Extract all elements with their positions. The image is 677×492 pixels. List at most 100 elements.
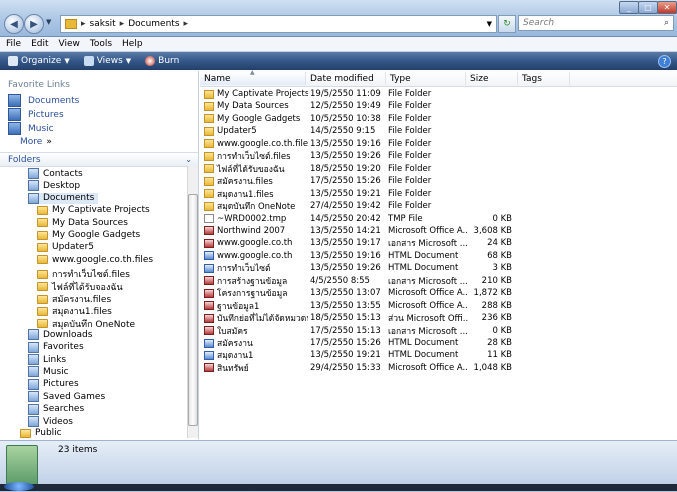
- file-row[interactable]: Northwind 2007 13/5/2550 14:21 Microsoft O…: [200, 225, 540, 237]
- file-row[interactable]: Updater5 14/5/2550 9:15 File Folder: [200, 125, 540, 137]
- tree-item[interactable]: My Google Gadgets: [37, 230, 140, 240]
- close-button[interactable]: ✕: [657, 1, 677, 14]
- burn-button[interactable]: Burn: [145, 56, 179, 66]
- favorite-link-music[interactable]: Music: [8, 122, 54, 135]
- file-row[interactable]: สินทรัพย์ 29/4/2550 15:33 Microsoft Office…: [200, 362, 540, 374]
- file-row[interactable]: My Captivate Projects 19/5/2550 11:09 File…: [200, 88, 540, 100]
- tree-item[interactable]: Updater5: [37, 242, 94, 252]
- minimize-button[interactable]: _: [619, 1, 639, 14]
- file-row[interactable]: สมัครงาน.files 17/5/2550 15:26 File Folder: [200, 175, 540, 187]
- html-icon: [204, 338, 214, 348]
- file-date: 14/5/2550 20:42: [310, 213, 381, 224]
- menu-file[interactable]: File: [6, 39, 21, 49]
- file-row[interactable]: www.google.co.th 13/5/2550 19:16 HTML Docu…: [200, 250, 540, 262]
- organize-button[interactable]: Organize ▼: [8, 56, 70, 66]
- tree-item[interactable]: Documents: [28, 192, 99, 204]
- file-row[interactable]: ใบสมัคร 17/5/2550 15:13 เอกสาร Microsoft .…: [200, 325, 540, 337]
- file-row[interactable]: My Google Gadgets 10/5/2550 10:38 File Fol…: [200, 113, 540, 125]
- system-folder-icon: [28, 341, 39, 353]
- breadcrumb-saksit[interactable]: saksit: [90, 19, 116, 29]
- address-bar[interactable]: ▸ saksit ▸ Documents ▸ ▼: [60, 15, 497, 33]
- back-button[interactable]: ◀: [4, 14, 24, 34]
- menu-view[interactable]: View: [59, 39, 80, 49]
- menu-bar: File Edit View Tools Help: [0, 37, 677, 52]
- file-row[interactable]: การทำเว็บไซต์.files 13/5/2550 19:26 File F…: [200, 150, 540, 162]
- help-icon[interactable]: ?: [658, 54, 671, 68]
- file-date: 17/5/2550 15:13: [310, 325, 381, 336]
- file-row[interactable]: www.google.co.th.files 13/5/2550 19:16 Fil…: [200, 138, 540, 150]
- forward-button[interactable]: ▶: [24, 14, 44, 34]
- views-label: Views: [96, 56, 123, 66]
- menu-edit[interactable]: Edit: [31, 39, 48, 49]
- tree-item[interactable]: Contacts: [28, 168, 83, 179]
- system-folder-icon: [28, 192, 39, 204]
- file-row[interactable]: ฐานข้อมูล1 13/5/2550 13:55 Microsoft Offic…: [200, 300, 540, 312]
- file-type: File Folder: [388, 163, 432, 174]
- tree-item[interactable]: Searches: [28, 403, 84, 415]
- views-button[interactable]: Views ▼: [83, 56, 131, 66]
- refresh-button[interactable]: ↻: [498, 15, 516, 33]
- tree-scrollbar-thumb[interactable]: [188, 194, 198, 426]
- file-name-cell: www.google.co.th: [204, 251, 308, 261]
- folders-header[interactable]: Folders ⌄: [0, 152, 198, 167]
- tree-item[interactable]: Public: [20, 428, 62, 438]
- menu-help[interactable]: Help: [122, 39, 143, 49]
- tree-item[interactable]: Links: [28, 354, 66, 365]
- file-row[interactable]: ไฟล์ที่ได้รับของฉัน 18/5/2550 19:20 File F…: [200, 163, 540, 175]
- maximize-button[interactable]: □: [638, 1, 658, 14]
- file-date: 18/5/2550 19:20: [310, 163, 381, 174]
- file-row[interactable]: บันทึกย่อที่ไม่ได้จัดหมวดหมู่ 18/5/2550 1…: [200, 312, 540, 324]
- search-input[interactable]: Search ⌕: [518, 15, 674, 31]
- file-date: 13/5/2550 19:16: [310, 138, 381, 149]
- column-header-bar: Name Date modified Type Size Tags ▲: [200, 69, 677, 87]
- favorite-link-documents[interactable]: Documents: [8, 94, 79, 107]
- column-date-modified[interactable]: Date modified: [306, 72, 386, 85]
- breadcrumb-separator-icon: ▸: [119, 19, 125, 29]
- file-name: Northwind 2007: [217, 225, 286, 236]
- start-button[interactable]: [4, 482, 34, 491]
- more-links-button[interactable]: More»: [20, 137, 52, 147]
- file-name: สมุดบันทึก OneNote: [217, 202, 296, 213]
- system-folder-icon: [28, 180, 39, 192]
- breadcrumb-separator-icon: ▸: [183, 19, 189, 29]
- file-row[interactable]: การทำเว็บไซต์ 13/5/2550 19:26 HTML Documen…: [200, 262, 540, 274]
- column-tags[interactable]: Tags: [518, 72, 570, 85]
- search-icon[interactable]: ⌕: [664, 18, 669, 28]
- file-row[interactable]: www.google.co.th 13/5/2550 19:17 เอกสาร Mi…: [200, 237, 540, 249]
- file-row[interactable]: การสร้างฐานข้อมูล 4/5/2550 8:55 เอกสาร Mic…: [200, 275, 540, 287]
- recent-pages-dropdown-icon[interactable]: ▼: [46, 18, 51, 26]
- tree-item[interactable]: Pictures: [28, 378, 79, 390]
- file-size: 1,872 KB: [473, 288, 512, 299]
- menu-tools[interactable]: Tools: [90, 39, 112, 49]
- column-label: Date modified: [310, 73, 374, 84]
- file-row[interactable]: สมุดบันทึก OneNote 27/4/2550 19:42 File Fo…: [200, 200, 540, 212]
- file-row[interactable]: สมุดงาน1.files 13/5/2550 19:21 File Folder: [200, 188, 540, 200]
- file-row[interactable]: สมุดงาน1 13/5/2550 19:21 HTML Document 11 K…: [200, 349, 540, 361]
- file-size: 210 KB: [481, 275, 512, 286]
- column-type[interactable]: Type: [386, 72, 466, 85]
- file-size: 11 KB: [487, 350, 512, 361]
- file-row[interactable]: โครงการฐานข้อมูล 13/5/2550 13:07 Microsoft…: [200, 287, 540, 299]
- tree-item[interactable]: My Data Sources: [37, 218, 128, 228]
- favorite-link-pictures[interactable]: Pictures: [8, 108, 64, 121]
- tree-item[interactable]: Downloads: [28, 329, 92, 341]
- tree-item[interactable]: Favorites: [28, 341, 84, 353]
- column-size[interactable]: Size: [466, 72, 518, 85]
- folder-icon: [20, 428, 31, 438]
- favorite-link-label: Music: [28, 123, 54, 134]
- file-name: www.google.co.th: [217, 238, 293, 249]
- tree-item[interactable]: My Captivate Projects: [37, 205, 150, 215]
- address-dropdown-icon[interactable]: ▼: [487, 20, 492, 28]
- tree-item[interactable]: Videos: [28, 416, 73, 427]
- tree-item[interactable]: www.google.co.th.files: [37, 255, 153, 265]
- tree-item[interactable]: Desktop: [28, 180, 80, 192]
- tree-item[interactable]: Music: [28, 366, 69, 378]
- file-row[interactable]: สมัครงาน 17/5/2550 15:26 HTML Document 28 K…: [200, 337, 540, 349]
- folder-icon: [37, 294, 48, 304]
- file-row[interactable]: ~WRD0002.tmp 14/5/2550 20:42 TMP File 0 KB: [200, 213, 540, 225]
- tree-item[interactable]: Saved Games: [28, 391, 105, 403]
- office-icon: [204, 226, 214, 236]
- system-folder-icon: [28, 416, 39, 427]
- file-row[interactable]: My Data Sources 12/5/2550 19:49 File Folde…: [200, 100, 540, 112]
- breadcrumb-documents[interactable]: Documents: [128, 19, 179, 29]
